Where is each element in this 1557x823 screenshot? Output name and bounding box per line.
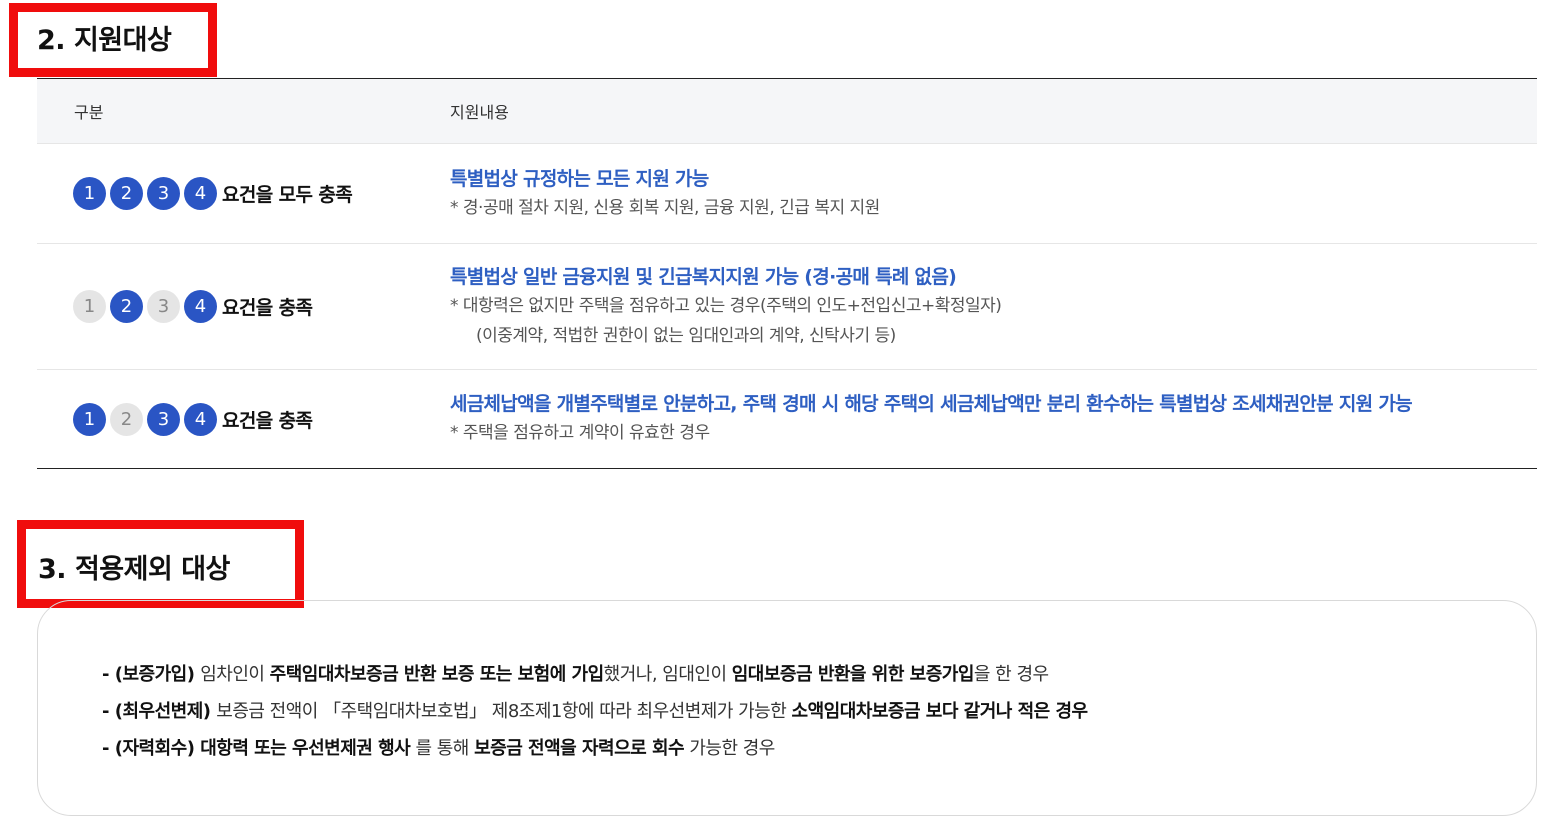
requirement-label: 요건을 모두 충족: [222, 184, 353, 206]
requirement-badge-3: 3: [147, 177, 180, 210]
exclusion-emphasis: - (보증가입): [102, 664, 201, 685]
support-main-text: 세금체납액을 개별주택별로 안분하고, 주택 경매 시 해당 주택의 세금체납액…: [450, 393, 1413, 415]
table-row: 1 2 3 4 요건을 충족 세금체납액을 개별주택별로 안분하고, 주택 경매…: [37, 369, 1537, 468]
support-note: * 주택을 점유하고 계약이 유효한 경우: [450, 423, 710, 443]
requirement-badge-4: 4: [184, 290, 217, 323]
support-target-table: 구분 지원내용 1 2 3 4 요건을 모두 충족 특별법상 규정하는 모든 지…: [37, 78, 1537, 469]
requirement-cell: 1 2 3 4 요건을 모두 충족: [37, 177, 450, 210]
requirement-cell: 1 2 3 4 요건을 충족: [37, 402, 450, 436]
requirement-badge-4: 4: [184, 402, 217, 436]
exclusion-item: - (최우선변제) 보증금 전액이 「주택임대차보호법」 제8조제1항에 따라 …: [102, 693, 1536, 730]
section-2-title-text: 2. 지원대상: [37, 24, 172, 56]
table-row: 1 2 3 4 요건을 충족 특별법상 일반 금융지원 및 긴급복지지원 가능 …: [37, 243, 1537, 369]
support-note: * 경·공매 절차 지원, 신용 회복 지원, 금융 지원, 긴급 복지 지원: [450, 197, 880, 218]
exclusion-emphasis: 보증금 전액을 자력으로 회수: [474, 738, 685, 759]
requirement-badge-1: 1: [73, 290, 106, 323]
requirement-cell: 1 2 3 4 요건을 충족: [37, 290, 450, 323]
support-main-text: 특별법상 일반 금융지원 및 긴급복지지원 가능 (경·공매 특례 없음): [450, 265, 957, 288]
requirement-badge-2: 2: [110, 402, 143, 436]
section-3-title-text: 3. 적용제외 대상: [38, 553, 230, 585]
exclusion-list-box: - (보증가입) 임차인이 주택임대차보증금 반환 보증 또는 보험에 가입했거…: [37, 600, 1537, 816]
exclusion-text: 를 통해: [410, 738, 475, 759]
exclusion-emphasis: - (자력회수) 대항력 또는 우선변제권 행사: [102, 738, 411, 759]
requirement-badge-3: 3: [147, 290, 180, 323]
exclusion-item: - (자력회수) 대항력 또는 우선변제권 행사 를 통해 보증금 전액을 자력…: [102, 730, 1536, 767]
requirement-badge-2: 2: [110, 177, 143, 210]
requirement-label: 요건을 충족: [222, 297, 313, 319]
requirement-badge-1: 1: [73, 177, 106, 210]
exclusion-emphasis: 주택임대차보증금 반환 보증 또는 보험에 가입: [269, 664, 604, 685]
support-content-cell: 세금체납액을 개별주택별로 안분하고, 주택 경매 시 해당 주택의 세금체납액…: [450, 390, 1537, 448]
requirement-badge-3: 3: [147, 402, 180, 436]
support-main-text: 특별법상 규정하는 모든 지원 가능: [450, 167, 709, 190]
exclusion-item: - (보증가입) 임차인이 주택임대차보증금 반환 보증 또는 보험에 가입했거…: [102, 656, 1536, 693]
header-category: 구분: [74, 103, 104, 122]
requirement-badge-1: 1: [73, 402, 106, 436]
exclusion-text: 가능한 경우: [684, 738, 775, 759]
support-note-sub: (이중계약, 적법한 권한이 없는 임대인과의 계약, 신탁사기 등): [476, 325, 896, 346]
exclusion-emphasis: 소액임대차보증금 보다 같거나 적은 경우: [791, 701, 1089, 722]
support-note: * 대항력은 없지만 주택을 점유하고 있는 경우(주택의 인도+전입신고+확정…: [450, 295, 1002, 316]
support-content-cell: 특별법상 일반 금융지원 및 긴급복지지원 가능 (경·공매 특례 없음) * …: [450, 263, 1537, 351]
table-row: 1 2 3 4 요건을 모두 충족 특별법상 규정하는 모든 지원 가능 * 경…: [37, 143, 1537, 243]
requirement-label: 요건을 충족: [222, 409, 313, 432]
exclusion-text: 했거나, 임대인이: [603, 664, 732, 685]
exclusion-text: 임차인이: [200, 664, 270, 685]
table-header: 구분 지원내용: [37, 79, 1537, 143]
exclusion-emphasis: - (최우선변제): [102, 701, 217, 722]
section-2-title: 2. 지원대상: [9, 3, 217, 77]
exclusion-text: 을 한 경우: [973, 664, 1049, 685]
exclusion-emphasis: 임대보증금 반환을 위한 보증가입: [731, 664, 975, 685]
requirement-badge-4: 4: [184, 177, 217, 210]
section-3-title: 3. 적용제외 대상: [17, 520, 304, 608]
exclusion-text: 보증금 전액이 「주택임대차보호법」 제8조제1항에 따라 최우선변제가 가능한: [216, 701, 792, 722]
header-support-content: 지원내용: [450, 103, 509, 122]
requirement-badge-2: 2: [110, 290, 143, 323]
support-content-cell: 특별법상 규정하는 모든 지원 가능 * 경·공매 절차 지원, 신용 회복 지…: [450, 165, 1537, 223]
